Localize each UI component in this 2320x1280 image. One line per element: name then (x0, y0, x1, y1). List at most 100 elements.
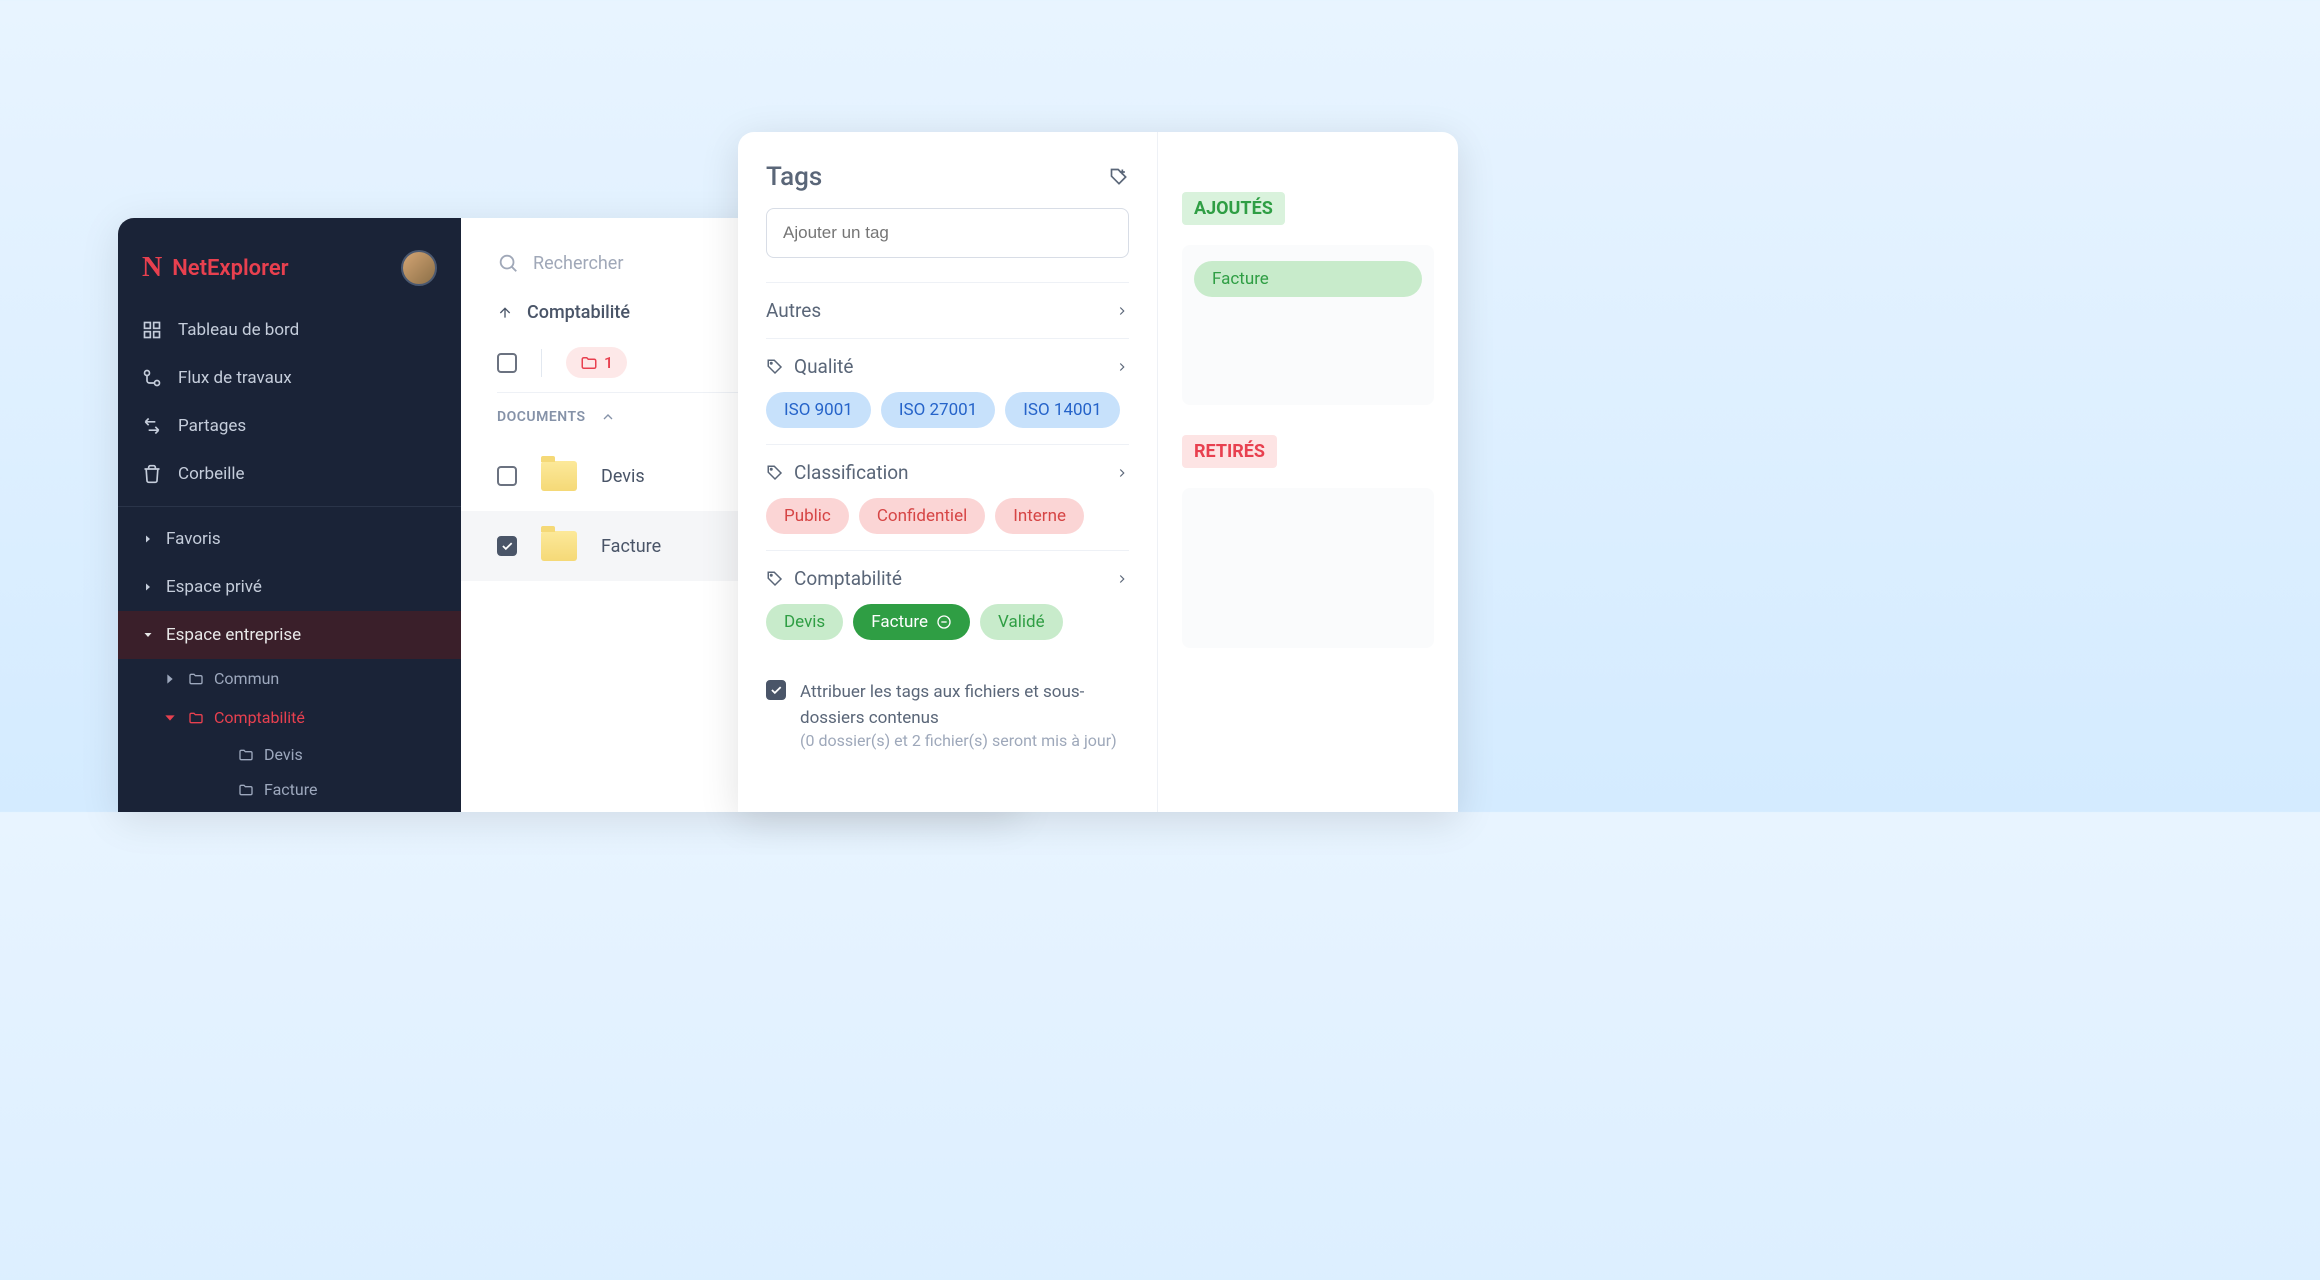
attribute-checkbox[interactable] (766, 680, 786, 700)
row-checkbox[interactable] (497, 466, 517, 486)
tag-add-icon[interactable] (1109, 167, 1129, 187)
file-name: Facture (601, 536, 661, 557)
section-label: Espace privé (166, 577, 262, 597)
folder-outline-icon (188, 671, 204, 687)
category-classification[interactable]: Classification (766, 461, 1129, 484)
category-autres[interactable]: Autres (766, 299, 1129, 322)
tree-leaf-devis[interactable]: Devis (162, 737, 461, 772)
trash-icon (142, 464, 162, 484)
removed-box (1182, 488, 1434, 648)
added-box: Facture (1182, 245, 1434, 405)
caret-down-icon (162, 710, 178, 726)
sidebar-header: N NetExplorer (118, 238, 461, 306)
attribute-sub: (0 dossier(s) et 2 fichier(s) seront mis… (800, 731, 1129, 750)
tag-devis[interactable]: Devis (766, 604, 843, 640)
check-icon (500, 539, 514, 553)
breadcrumb-label: Comptabilité (527, 302, 630, 323)
folder-count-badge[interactable]: 1 (566, 347, 627, 378)
chevron-up-icon (600, 409, 616, 425)
nav-label: Partages (178, 416, 246, 436)
nav-label: Flux de travaux (178, 368, 292, 388)
search-icon (497, 252, 519, 274)
tag-iso14001[interactable]: ISO 14001 (1005, 392, 1119, 428)
chevron-right-icon (1115, 466, 1129, 480)
tags-icon (766, 570, 784, 588)
folder-outline-icon (188, 710, 204, 726)
nav-dashboard[interactable]: Tableau de bord (118, 306, 461, 354)
remove-icon (936, 614, 952, 630)
folder-outline-icon (238, 747, 254, 763)
file-name: Devis (601, 466, 645, 487)
shares-icon (142, 416, 162, 436)
check-icon (769, 683, 783, 697)
avatar[interactable] (401, 250, 437, 286)
section-label: DOCUMENTS (497, 409, 586, 425)
tree-label: Commun (214, 669, 279, 688)
logo-icon: N (142, 252, 162, 284)
tag-valide[interactable]: Validé (980, 604, 1063, 640)
select-all-checkbox[interactable] (497, 353, 517, 373)
caret-right-icon (142, 581, 154, 593)
folder-icon (541, 461, 577, 491)
chevron-right-icon (1115, 304, 1129, 318)
logo[interactable]: N NetExplorer (142, 252, 289, 284)
folder-icon (541, 531, 577, 561)
folder-icon (580, 354, 598, 372)
category-label: Qualité (794, 355, 853, 378)
nav-workflow[interactable]: Flux de travaux (118, 354, 461, 402)
sidebar-entreprise[interactable]: Espace entreprise (118, 611, 461, 659)
tree-item-comptabilite[interactable]: Comptabilité (162, 698, 461, 737)
tag-confidentiel[interactable]: Confidentiel (859, 498, 985, 534)
added-tag-facture[interactable]: Facture (1194, 261, 1422, 297)
tags-left: Tags Autres Qualité ISO 9001 I (738, 132, 1158, 812)
sidebar-prive[interactable]: Espace privé (118, 563, 461, 611)
tags-title: Tags (766, 162, 822, 192)
nav-trash[interactable]: Corbeille (118, 450, 461, 498)
tree-label: Devis (264, 745, 303, 764)
tag-iso27001[interactable]: ISO 27001 (881, 392, 995, 428)
chevron-right-icon (1115, 572, 1129, 586)
category-qualite[interactable]: Qualité (766, 355, 1129, 378)
row-checkbox[interactable] (497, 536, 517, 556)
caret-right-icon (162, 671, 178, 687)
search-placeholder: Rechercher (533, 253, 623, 274)
category-label: Autres (766, 299, 821, 322)
arrow-up-icon (497, 305, 513, 321)
tag-interne[interactable]: Interne (995, 498, 1084, 534)
attribute-text: Attribuer les tags aux fichiers et sous-… (800, 680, 1129, 731)
tree-leaf-facture[interactable]: Facture (162, 772, 461, 807)
nav-label: Corbeille (178, 464, 245, 484)
tag-public[interactable]: Public (766, 498, 849, 534)
folder-outline-icon (238, 782, 254, 798)
tag-facture-selected[interactable]: Facture (853, 604, 970, 640)
grid-icon (142, 320, 162, 340)
tree-label: Facture (264, 780, 317, 799)
section-label: Espace entreprise (166, 625, 301, 645)
tags-icon (766, 358, 784, 376)
sidebar: N NetExplorer Tableau de bord Flux de tr… (118, 218, 461, 812)
sidebar-favoris[interactable]: Favoris (118, 515, 461, 563)
caret-right-icon (142, 533, 154, 545)
tree-label: Comptabilité (214, 708, 305, 727)
tree-item-commun[interactable]: Commun (162, 659, 461, 698)
workflow-icon (142, 368, 162, 388)
added-label: AJOUTÉS (1182, 192, 1285, 225)
tag-input[interactable] (766, 208, 1129, 258)
nav-shares[interactable]: Partages (118, 402, 461, 450)
tag-iso9001[interactable]: ISO 9001 (766, 392, 871, 428)
tags-right: AJOUTÉS Facture RETIRÉS (1158, 132, 1458, 812)
nav-label: Tableau de bord (178, 320, 299, 340)
app-name: NetExplorer (172, 256, 288, 281)
section-label: Favoris (166, 529, 221, 549)
divider (541, 349, 542, 377)
attribute-row: Attribuer les tags aux fichiers et sous-… (766, 680, 1129, 750)
divider (118, 506, 461, 507)
category-comptabilite[interactable]: Comptabilité (766, 567, 1129, 590)
folder-count: 1 (604, 353, 613, 372)
tags-panel: Tags Autres Qualité ISO 9001 I (738, 132, 1458, 812)
caret-down-icon (142, 629, 154, 641)
category-label: Classification (794, 461, 909, 484)
chevron-right-icon (1115, 360, 1129, 374)
removed-label: RETIRÉS (1182, 435, 1277, 468)
tags-icon (766, 464, 784, 482)
